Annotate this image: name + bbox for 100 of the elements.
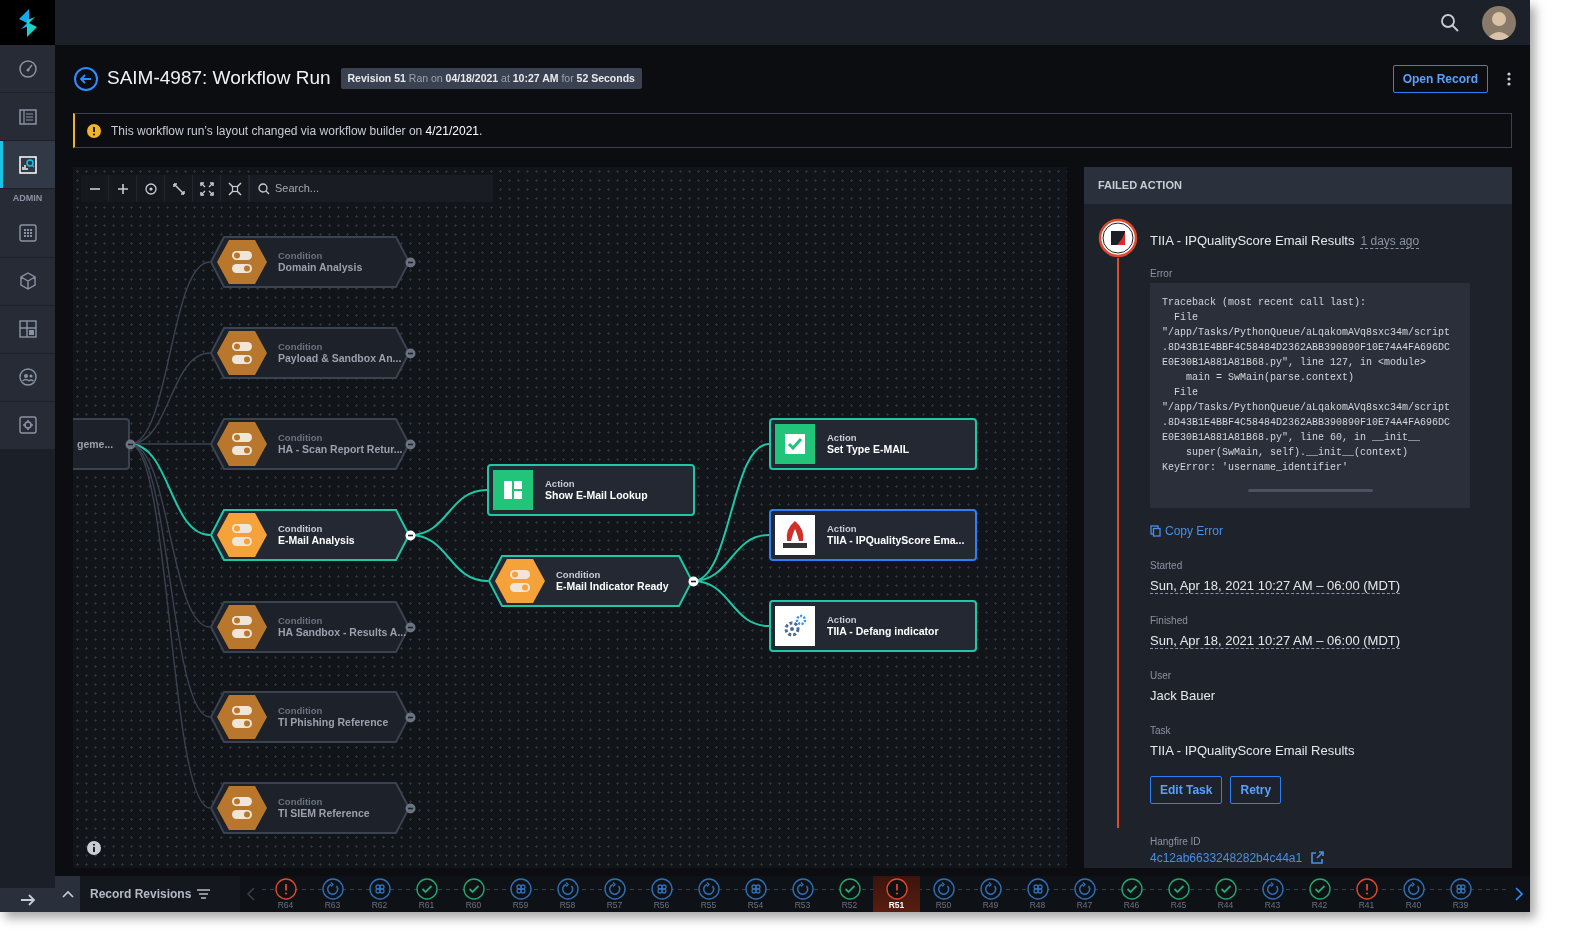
revision-item[interactable]: R62: [356, 876, 403, 912]
node-title: E-Mail Analysis: [278, 534, 355, 547]
condition-node[interactable]: Condition HA Sandbox - Results A...: [210, 601, 410, 653]
search-input[interactable]: Search...: [275, 180, 475, 197]
node-type: Condition: [278, 432, 324, 444]
revision-item[interactable]: R58: [544, 876, 591, 912]
port-handle[interactable]: [687, 575, 699, 587]
expand-button[interactable]: [0, 888, 55, 912]
retry-button[interactable]: Retry: [1230, 776, 1282, 804]
chevron-up-icon: [61, 890, 74, 898]
condition-node[interactable]: Condition Payload & Sandbox An...: [210, 327, 410, 379]
field-value: Sun, Apr 18, 2021 10:27 AM – 06:00 (MDT): [1150, 633, 1401, 649]
expand-icon[interactable]: [198, 180, 215, 197]
revision-item[interactable]: R49: [967, 876, 1014, 912]
node-type: Condition: [278, 615, 324, 627]
failed-status-icon: [1098, 218, 1138, 258]
action-node[interactable]: Action TIIA - Defang indicator: [769, 600, 977, 652]
revision-item[interactable]: R44: [1202, 876, 1249, 912]
node-title: Payload & Sandbox An...: [278, 352, 402, 365]
field-label: Finished: [1150, 614, 1189, 628]
revision-item[interactable]: R47: [1061, 876, 1108, 912]
search-field[interactable]: Search...: [249, 175, 493, 202]
warning-text: This workflow run’s layout changed via workflow builder on 4/21/2021.: [111, 122, 483, 140]
arrow-right-icon: [19, 894, 36, 906]
revision-item[interactable]: R41: [1343, 876, 1390, 912]
condition-node[interactable]: Condition Domain Analysis: [210, 236, 410, 288]
condition-node[interactable]: Condition HA - Scan Report Retur...: [210, 418, 410, 470]
sidebar-item[interactable]: [0, 353, 55, 402]
node-type: Action: [827, 432, 858, 444]
search-icon[interactable]: [1440, 12, 1460, 33]
revision-item[interactable]: R55: [685, 876, 732, 912]
port-handle[interactable]: [404, 256, 416, 268]
node-type: Condition: [278, 341, 324, 353]
condition-node[interactable]: Condition TI SIEM Reference: [210, 782, 410, 834]
revision-item[interactable]: R45: [1155, 876, 1202, 912]
revision-item[interactable]: R40: [1390, 876, 1437, 912]
revision-item[interactable]: R60: [450, 876, 497, 912]
sidebar-item[interactable]: [0, 141, 55, 189]
revision-item[interactable]: R50: [920, 876, 967, 912]
revision-item[interactable]: R43: [1249, 876, 1296, 912]
node-type: Action: [827, 614, 858, 626]
revision-item[interactable]: R53: [779, 876, 826, 912]
port-handle[interactable]: [404, 438, 416, 450]
toggle-icon: [216, 330, 268, 376]
condition-node[interactable]: Condition TI Phishing Reference: [210, 691, 410, 743]
revision-item[interactable]: R63: [309, 876, 356, 912]
collapse-icon[interactable]: [226, 180, 243, 197]
action-node[interactable]: Action Set Type E-MAIL: [769, 418, 977, 470]
scrollbar[interactable]: [1247, 489, 1373, 492]
node-type: Condition: [278, 523, 324, 535]
port-handle[interactable]: [404, 711, 416, 723]
revision-item[interactable]: R57: [591, 876, 638, 912]
node-title: TI Phishing Reference: [278, 716, 389, 729]
revision-item[interactable]: R54: [732, 876, 779, 912]
port-handle[interactable]: [404, 529, 416, 541]
revision-item[interactable]: R56: [638, 876, 685, 912]
revision-item[interactable]: R59: [497, 876, 544, 912]
external-link-icon[interactable]: [1310, 851, 1325, 865]
layout-icon: [17, 319, 38, 339]
hangfire-link[interactable]: 4c12ab6633248282b4c44a1: [1150, 849, 1303, 867]
copy-icon: [1150, 525, 1161, 537]
revision-item[interactable]: R61: [403, 876, 450, 912]
port-handle[interactable]: [404, 621, 416, 633]
revision-item[interactable]: R42: [1296, 876, 1343, 912]
revision-tag: Revision 51 Ran on 04/18/2021 at 10:27 AM for 52 Seconds: [340, 67, 642, 90]
field-label: Hangfire ID: [1150, 835, 1202, 849]
node-type: Condition: [278, 705, 324, 717]
open-record-button[interactable]: Open Record: [1392, 64, 1488, 93]
diagonal-arrows-icon[interactable]: [170, 180, 187, 197]
port-handle[interactable]: [404, 802, 416, 814]
revision-item[interactable]: R39: [1437, 876, 1484, 912]
node-title: HA - Scan Report Retur...: [278, 443, 403, 456]
back-button[interactable]: [73, 65, 99, 92]
action-node[interactable]: Action TIIA - IPQualityScore Ema...: [769, 509, 977, 561]
info-icon[interactable]: [87, 841, 101, 855]
condition-node[interactable]: Condition E-Mail Indicator Ready: [488, 555, 693, 607]
node-type: Condition: [278, 796, 324, 808]
revision-item[interactable]: R48: [1014, 876, 1061, 912]
revision-item[interactable]: R52: [826, 876, 873, 912]
cube-icon: [17, 271, 38, 291]
workflow-node[interactable]: geme...: [73, 418, 130, 470]
collapse-button[interactable]: [55, 876, 80, 912]
port-handle[interactable]: [404, 347, 416, 359]
filter-icon[interactable]: [197, 889, 211, 899]
action-node[interactable]: Action Show E-Mail Lookup: [487, 464, 695, 516]
toggle-icon: [216, 421, 268, 467]
user-avatar[interactable]: [1482, 5, 1516, 40]
kebab-menu-icon[interactable]: [1506, 70, 1512, 87]
target-icon[interactable]: [142, 180, 159, 197]
revision-item[interactable]: R64: [262, 876, 309, 912]
revision-item[interactable]: R51: [873, 876, 920, 912]
list-icon: [17, 106, 38, 127]
revision-item[interactable]: R46: [1108, 876, 1155, 912]
copy-error-link[interactable]: Copy Error: [1150, 522, 1223, 540]
node-title: Show E-Mail Lookup: [545, 489, 648, 502]
field-label: User: [1150, 669, 1173, 683]
condition-node[interactable]: Condition E-Mail Analysis: [210, 509, 410, 561]
port-handle[interactable]: [124, 438, 136, 450]
field-value: Sun, Apr 18, 2021 10:27 AM – 06:00 (MDT): [1150, 578, 1401, 594]
edit-task-button[interactable]: Edit Task: [1150, 776, 1223, 804]
